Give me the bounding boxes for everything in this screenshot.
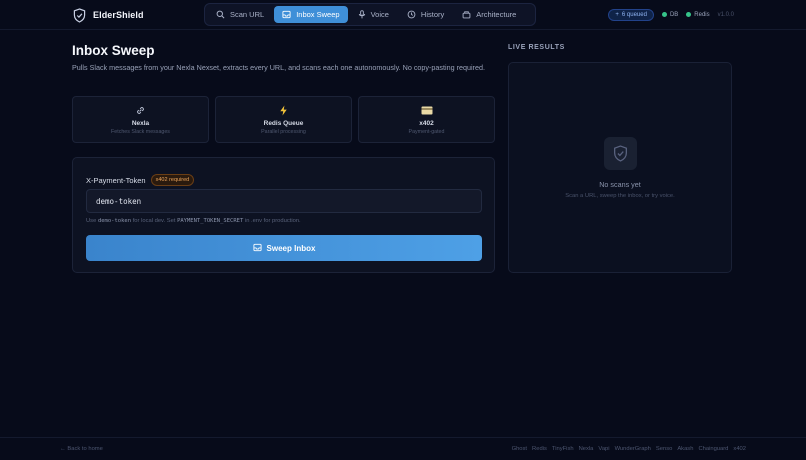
feature-card-redis-queue: Redis Queue Parallel processing [215, 96, 352, 143]
clock-icon [407, 10, 416, 19]
footer-link-nexla[interactable]: Nexla [579, 446, 594, 452]
shield-check-icon [604, 137, 637, 170]
tab-inbox-sweep[interactable]: Inbox Sweep [274, 6, 348, 23]
x402-required-badge: x402 required [150, 174, 195, 186]
live-results-panel: No scans yet Scan a URL, sweep the inbox… [508, 62, 732, 273]
feature-subtitle: Fetches Slack messages [111, 128, 170, 135]
footer-link-x402[interactable]: x402 [733, 446, 746, 452]
tab-label: Scan URL [230, 10, 265, 19]
footer-links: Ghost Redis TinyFish Nexla Vapi WunderGr… [512, 446, 746, 452]
status-bar: + 6 queued DB Redis v1.0.0 [608, 8, 734, 21]
page-title: Inbox Sweep [72, 43, 155, 58]
tab-scan-url[interactable]: Scan URL [208, 6, 272, 23]
feature-card-x402: x402 Payment-gated [358, 96, 495, 143]
empty-state-subtitle: Scan a URL, sweep the inbox, or try voic… [565, 193, 675, 199]
page-description: Pulls Slack messages from your Nexla Nex… [72, 63, 485, 72]
footer-link-vapi[interactable]: Vapi [598, 446, 609, 452]
link-icon [135, 105, 146, 117]
hint-suffix: in .env for production. [244, 218, 301, 224]
feature-title: Nexla [131, 119, 150, 127]
back-to-home-link[interactable]: ← Back to home [60, 446, 103, 452]
footer-link-redis[interactable]: Redis [532, 446, 547, 452]
stack-icon [462, 10, 471, 19]
db-status: DB [661, 11, 679, 18]
footer-link-wundergraph[interactable]: WunderGraph [615, 446, 651, 452]
feature-title: x402 [419, 119, 434, 127]
microphone-icon [358, 10, 366, 19]
main-nav: Scan URL Inbox Sweep Voice History Archi… [204, 3, 536, 26]
tab-history[interactable]: History [399, 6, 452, 23]
redis-status-dot [686, 12, 692, 17]
sweep-button-label: Sweep Inbox [266, 243, 316, 253]
shield-logo-icon [73, 7, 86, 23]
feature-subtitle: Payment-gated [408, 128, 445, 135]
empty-state-title: No scans yet [599, 180, 641, 189]
footer-link-chainguard[interactable]: Chainguard [698, 446, 728, 452]
tab-voice[interactable]: Voice [350, 6, 397, 23]
feature-card-nexla: Nexla Fetches Slack messages [72, 96, 209, 143]
tab-label: Architecture [476, 10, 517, 19]
hint-code-secret: PAYMENT_TOKEN_SECRET [177, 218, 244, 224]
queued-count: 6 queued [621, 11, 647, 18]
brand[interactable]: ElderShield [73, 6, 144, 24]
redis-label: Redis [694, 11, 710, 18]
plus-icon: + [615, 11, 619, 18]
tab-label: Inbox Sweep [296, 10, 340, 19]
tab-architecture[interactable]: Architecture [454, 6, 524, 23]
footer-link-tinyfish[interactable]: TinyFish [552, 446, 574, 452]
payment-token-input[interactable] [86, 189, 482, 213]
db-status-dot [661, 12, 667, 17]
footer-link-senso[interactable]: Senso [656, 446, 672, 452]
live-results-heading: LIVE RESULTS [508, 44, 565, 51]
credit-card-icon [421, 105, 433, 117]
queued-badge: + 6 queued [608, 8, 654, 21]
sweep-form-card: X-Payment-Token x402 required Use demo-t… [72, 157, 495, 273]
inbox-icon [282, 10, 291, 19]
hint-prefix: Use [86, 218, 97, 224]
token-field-label: X-Payment-Token x402 required [86, 174, 195, 186]
tab-label: History [420, 10, 445, 19]
feature-subtitle: Parallel processing [261, 128, 306, 135]
hint-middle: for local dev. Set [132, 218, 176, 224]
sweep-inbox-button[interactable]: Sweep Inbox [86, 235, 482, 261]
token-label-text: X-Payment-Token [86, 175, 146, 185]
inbox-icon [252, 243, 262, 254]
version-label: v1.0.0 [717, 11, 734, 18]
footer-link-ghost[interactable]: Ghost [512, 446, 527, 452]
token-hint: Use demo-token for local dev. Set PAYMEN… [86, 218, 301, 224]
app-name: ElderShield [93, 10, 144, 20]
footer-link-akash[interactable]: Akash [677, 446, 693, 452]
tab-label: Voice [370, 10, 389, 19]
db-label: DB [669, 11, 679, 18]
hint-code-demo-token: demo-token [97, 218, 132, 224]
feature-title: Redis Queue [263, 119, 304, 127]
redis-status: Redis [686, 11, 710, 18]
top-bar: ElderShield Scan URL Inbox Sweep Voice H… [0, 0, 806, 30]
footer: ← Back to home Ghost Redis TinyFish Nexl… [0, 437, 806, 460]
lightning-icon [279, 105, 288, 117]
search-icon [216, 10, 225, 19]
